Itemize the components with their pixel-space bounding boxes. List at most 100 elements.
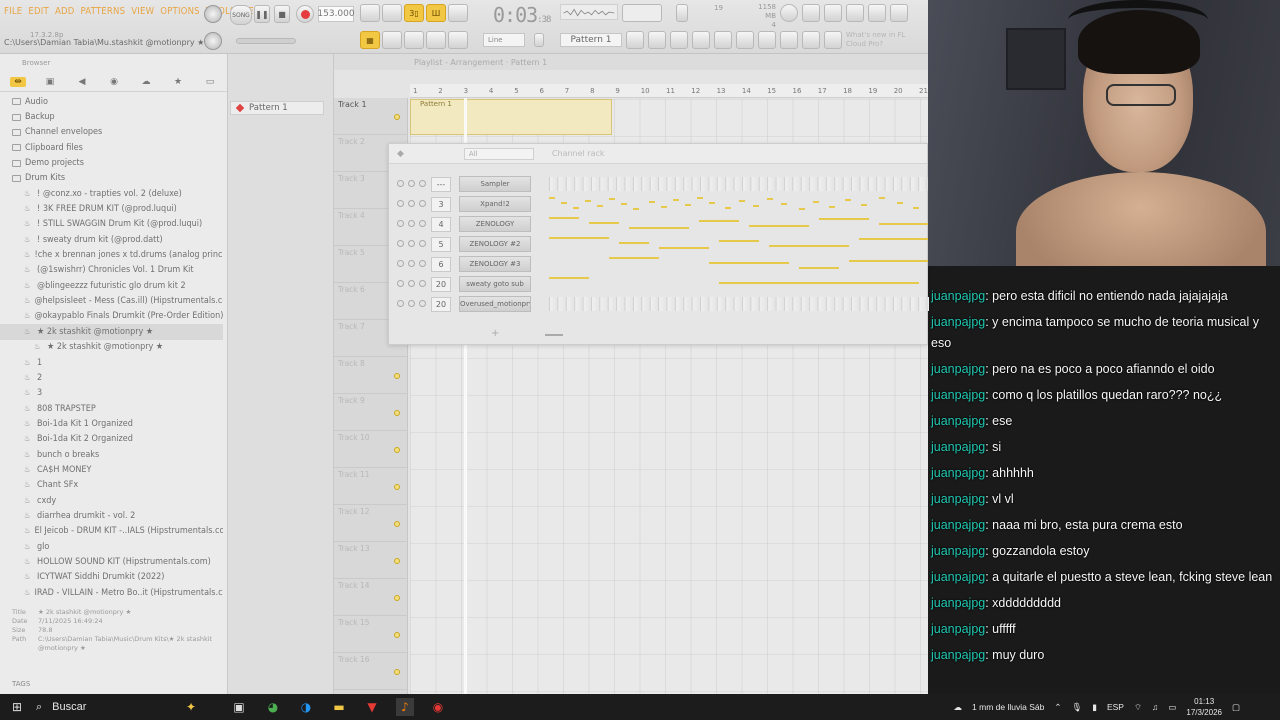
piano-roll-preview[interactable] bbox=[549, 257, 929, 271]
notification-icon[interactable]: ▢ bbox=[1232, 702, 1240, 713]
browser-kit-folder[interactable]: ♨ El Jeicob - DRUM KIT -..IALS (Hipstrume… bbox=[0, 524, 223, 539]
wait-record-button[interactable] bbox=[382, 4, 402, 22]
channel-mixer-track[interactable]: 4 bbox=[431, 217, 451, 232]
pattern-tool-7[interactable] bbox=[758, 31, 776, 49]
menu-file[interactable]: FILE bbox=[4, 6, 22, 17]
pattern-tool-2[interactable] bbox=[648, 31, 666, 49]
track-mute-led[interactable] bbox=[394, 521, 400, 527]
master-slider[interactable] bbox=[236, 38, 296, 44]
chrome-icon[interactable]: ◕ bbox=[264, 698, 282, 716]
browser-kit-folder[interactable]: ♨ Boi-1da Kit 2 Organized bbox=[0, 432, 223, 447]
battery-icon[interactable]: ▭ bbox=[1168, 702, 1176, 713]
track-mute-led[interactable] bbox=[394, 410, 400, 416]
browser-kit-folder[interactable]: ♨ @blingeezzz futuristic glo drum kit 2 bbox=[0, 278, 223, 293]
stop-button[interactable]: ❚❚ bbox=[254, 5, 270, 23]
pattern-tool-5[interactable] bbox=[714, 31, 732, 49]
browser-kit-folder[interactable]: ♨ @helpsisleet - Mess (Cas.ill) (Hipstrum… bbox=[0, 293, 223, 308]
chat-username[interactable]: juanpajpg bbox=[931, 388, 985, 402]
countdown-button[interactable]: 3▯ bbox=[404, 4, 424, 22]
network-icon[interactable]: ⌔ bbox=[1134, 702, 1142, 713]
channel-pan-knob[interactable] bbox=[408, 180, 415, 187]
browser-folder[interactable]: Clipboard files bbox=[0, 140, 223, 155]
track-mute-led[interactable] bbox=[394, 669, 400, 675]
chat-username[interactable]: juanpajpg bbox=[931, 648, 985, 662]
channel-volume-knob[interactable] bbox=[419, 180, 426, 187]
chat-username[interactable]: juanpajpg bbox=[931, 518, 985, 532]
channel-volume-knob[interactable] bbox=[419, 300, 426, 307]
channel-mute-led[interactable] bbox=[397, 280, 404, 287]
browser-kit-folder[interactable]: ♨ glo bbox=[0, 539, 223, 554]
channel-pan-knob[interactable] bbox=[408, 300, 415, 307]
browser-kit-folder[interactable]: ♨ ! 3K FREE DRUM KIT (@prod.luqui) bbox=[0, 201, 223, 216]
channel-volume-knob[interactable] bbox=[419, 200, 426, 207]
pattern-tool-6[interactable] bbox=[736, 31, 754, 49]
browser-all-icon[interactable]: ▣ bbox=[42, 77, 58, 87]
pause-button[interactable]: ■ bbox=[274, 5, 290, 23]
chat-username[interactable]: juanpajpg bbox=[931, 466, 985, 480]
file-explorer-icon[interactable]: ▬ bbox=[330, 698, 348, 716]
piano-roll-preview[interactable] bbox=[549, 197, 929, 211]
track-mute-led[interactable] bbox=[394, 595, 400, 601]
browser-collapse-icon[interactable]: ⇹ bbox=[10, 76, 26, 87]
rack-scroll[interactable] bbox=[545, 334, 563, 336]
track-mute-led[interactable] bbox=[394, 484, 400, 490]
browser-kit-folder[interactable]: ♨ diarrhea drumkit - vol. 2 bbox=[0, 508, 223, 523]
taskbar-search[interactable]: ⌕ Buscar bbox=[36, 697, 206, 717]
browser-kit-folder[interactable]: ♨ bunch o breaks bbox=[0, 447, 223, 462]
browser-kit-folder[interactable]: ♨ cxdy bbox=[0, 493, 223, 508]
channel-name-button[interactable]: Xpand!2 bbox=[459, 196, 531, 212]
main-volume-knob[interactable] bbox=[204, 5, 222, 23]
chat-username[interactable]: juanpajpg bbox=[931, 544, 985, 558]
browser-star-icon[interactable]: ★ bbox=[170, 77, 186, 87]
track-header[interactable]: Track 14 bbox=[334, 579, 408, 616]
edge-icon[interactable]: ◑ bbox=[297, 698, 315, 716]
track-header[interactable]: Track 11 bbox=[334, 468, 408, 505]
channel-name-button[interactable]: Sampler bbox=[459, 176, 531, 192]
chat-username[interactable]: juanpajpg bbox=[931, 596, 985, 610]
mixer-view-button[interactable] bbox=[868, 4, 886, 22]
channel-mute-led[interactable] bbox=[397, 260, 404, 267]
channel-pan-knob[interactable] bbox=[408, 220, 415, 227]
tool-mute[interactable] bbox=[448, 31, 468, 49]
pattern-tool-3[interactable] bbox=[670, 31, 688, 49]
browser-folder[interactable]: Drum Kits bbox=[0, 171, 223, 186]
channel-mixer-track[interactable]: 20 bbox=[431, 297, 451, 312]
track-mute-led[interactable] bbox=[394, 373, 400, 379]
browser-folder-icon[interactable]: ▭ bbox=[202, 77, 218, 87]
channel-pan-knob[interactable] bbox=[408, 240, 415, 247]
browser-view-button[interactable] bbox=[890, 4, 908, 22]
brave-icon[interactable]: ▼ bbox=[363, 698, 381, 716]
browser-kit-folder[interactable]: ♨ !che x brennan jones x td.drums (analog… bbox=[0, 247, 223, 262]
copilot-icon[interactable]: ✦ bbox=[182, 698, 200, 716]
piano-roll-preview[interactable] bbox=[549, 277, 929, 291]
browser-folder[interactable]: Channel envelopes bbox=[0, 125, 223, 140]
blend-notes-button[interactable] bbox=[448, 4, 468, 22]
weather-icon[interactable]: ☁ bbox=[954, 702, 963, 713]
snap-select[interactable]: Line bbox=[483, 33, 525, 47]
menu-patterns[interactable]: PATTERNS bbox=[81, 6, 126, 17]
browser-kit-subfolder[interactable]: ♨ ★ 2k stashkit @motionpry ★ bbox=[0, 340, 223, 355]
playlist-ruler[interactable]: 1 2 3 4 5 6 7 8 9 10 11 12 13 14 15 16 17 18 19 20 21 bbox=[410, 84, 928, 98]
step-sequencer-cells[interactable] bbox=[549, 177, 929, 191]
channel-mixer-track[interactable]: 3 bbox=[431, 197, 451, 212]
channel-mixer-track[interactable]: 6 bbox=[431, 257, 451, 272]
channel-mixer-track[interactable]: 20 bbox=[431, 277, 451, 292]
browser-kit-folder[interactable]: ♨ 1 bbox=[0, 355, 223, 370]
channel-steps[interactable] bbox=[549, 297, 929, 311]
windows-start-icon[interactable]: ⊞ bbox=[8, 698, 26, 716]
metronome-button[interactable] bbox=[360, 4, 380, 22]
track-mute-led[interactable] bbox=[394, 632, 400, 638]
chat-username[interactable]: juanpajpg bbox=[931, 440, 985, 454]
browser-kit-folder[interactable]: ♨ 3 bbox=[0, 386, 223, 401]
browser-kit-folder[interactable]: ♨ ! sweaty drum kit (@prod.datt) bbox=[0, 232, 223, 247]
browser-kit-folder[interactable]: ♨ 2 bbox=[0, 370, 223, 385]
step-sequencer-cells[interactable] bbox=[549, 297, 929, 311]
browser-kit-folder[interactable]: ♨ ! @conz.xo - trapties vol. 2 (deluxe) bbox=[0, 186, 223, 201]
channel-name-button[interactable]: Overused_motionpry bbox=[459, 296, 531, 312]
tool-draw[interactable] bbox=[382, 31, 402, 49]
playlist-view-button[interactable] bbox=[802, 4, 820, 22]
obs-icon[interactable]: ◉ bbox=[429, 698, 447, 716]
channel-rack-view-button[interactable] bbox=[846, 4, 864, 22]
tray-chevron-icon[interactable]: ⌃ bbox=[1054, 702, 1061, 713]
track-header[interactable]: Track 12 bbox=[334, 505, 408, 542]
